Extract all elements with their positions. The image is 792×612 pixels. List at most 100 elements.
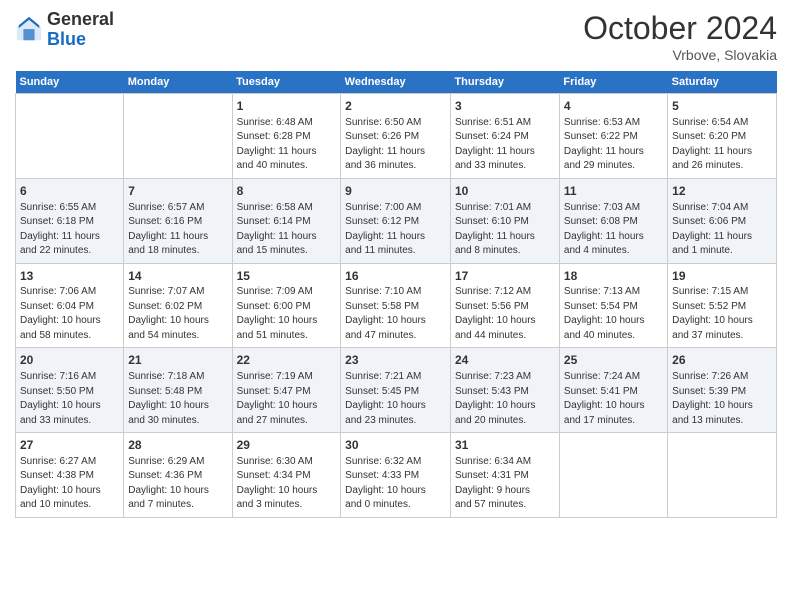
calendar-cell: 24Sunrise: 7:23 AM Sunset: 5:43 PM Dayli… — [450, 348, 559, 433]
calendar-cell: 3Sunrise: 6:51 AM Sunset: 6:24 PM Daylig… — [450, 94, 559, 179]
day-number: 24 — [455, 352, 555, 369]
title-block: October 2024 Vrbove, Slovakia — [583, 10, 777, 63]
calendar-cell: 6Sunrise: 6:55 AM Sunset: 6:18 PM Daylig… — [16, 178, 124, 263]
day-content: Sunrise: 6:58 AM Sunset: 6:14 PM Dayligh… — [237, 201, 337, 259]
day-number: 26 — [672, 352, 772, 369]
day-number: 23 — [345, 352, 446, 369]
calendar-cell: 27Sunrise: 6:27 AM Sunset: 4:38 PM Dayli… — [16, 433, 124, 518]
calendar-week-row: 1Sunrise: 6:48 AM Sunset: 6:28 PM Daylig… — [16, 94, 777, 179]
calendar-cell: 16Sunrise: 7:10 AM Sunset: 5:58 PM Dayli… — [341, 263, 451, 348]
day-number: 2 — [345, 98, 446, 115]
day-content: Sunrise: 6:55 AM Sunset: 6:18 PM Dayligh… — [20, 201, 119, 259]
calendar-cell — [16, 94, 124, 179]
calendar-cell: 21Sunrise: 7:18 AM Sunset: 5:48 PM Dayli… — [124, 348, 232, 433]
calendar-cell: 7Sunrise: 6:57 AM Sunset: 6:16 PM Daylig… — [124, 178, 232, 263]
weekday-header-saturday: Saturday — [668, 71, 777, 94]
day-number: 18 — [564, 268, 663, 285]
calendar-cell: 14Sunrise: 7:07 AM Sunset: 6:02 PM Dayli… — [124, 263, 232, 348]
calendar-cell: 9Sunrise: 7:00 AM Sunset: 6:12 PM Daylig… — [341, 178, 451, 263]
calendar-cell: 4Sunrise: 6:53 AM Sunset: 6:22 PM Daylig… — [559, 94, 667, 179]
calendar-cell: 23Sunrise: 7:21 AM Sunset: 5:45 PM Dayli… — [341, 348, 451, 433]
calendar-cell: 2Sunrise: 6:50 AM Sunset: 6:26 PM Daylig… — [341, 94, 451, 179]
day-content: Sunrise: 7:06 AM Sunset: 6:04 PM Dayligh… — [20, 285, 119, 343]
calendar-cell: 31Sunrise: 6:34 AM Sunset: 4:31 PM Dayli… — [450, 433, 559, 518]
day-content: Sunrise: 7:13 AM Sunset: 5:54 PM Dayligh… — [564, 285, 663, 343]
day-content: Sunrise: 6:57 AM Sunset: 6:16 PM Dayligh… — [128, 201, 227, 259]
calendar-cell: 8Sunrise: 6:58 AM Sunset: 6:14 PM Daylig… — [232, 178, 341, 263]
calendar-cell: 26Sunrise: 7:26 AM Sunset: 5:39 PM Dayli… — [668, 348, 777, 433]
day-number: 4 — [564, 98, 663, 115]
day-content: Sunrise: 6:27 AM Sunset: 4:38 PM Dayligh… — [20, 455, 119, 513]
calendar-cell: 17Sunrise: 7:12 AM Sunset: 5:56 PM Dayli… — [450, 263, 559, 348]
day-content: Sunrise: 7:16 AM Sunset: 5:50 PM Dayligh… — [20, 370, 119, 428]
calendar-cell: 1Sunrise: 6:48 AM Sunset: 6:28 PM Daylig… — [232, 94, 341, 179]
calendar-cell — [559, 433, 667, 518]
calendar-cell: 5Sunrise: 6:54 AM Sunset: 6:20 PM Daylig… — [668, 94, 777, 179]
calendar-cell — [668, 433, 777, 518]
calendar-week-row: 27Sunrise: 6:27 AM Sunset: 4:38 PM Dayli… — [16, 433, 777, 518]
page-container: General Blue October 2024 Vrbove, Slovak… — [0, 0, 792, 528]
logo: General Blue — [15, 10, 114, 50]
weekday-header-friday: Friday — [559, 71, 667, 94]
day-content: Sunrise: 7:03 AM Sunset: 6:08 PM Dayligh… — [564, 201, 663, 259]
day-number: 8 — [237, 183, 337, 200]
day-number: 29 — [237, 437, 337, 454]
day-number: 9 — [345, 183, 446, 200]
weekday-header-tuesday: Tuesday — [232, 71, 341, 94]
day-number: 3 — [455, 98, 555, 115]
header: General Blue October 2024 Vrbove, Slovak… — [15, 10, 777, 63]
day-number: 12 — [672, 183, 772, 200]
day-content: Sunrise: 7:04 AM Sunset: 6:06 PM Dayligh… — [672, 201, 772, 259]
logo-text: General Blue — [47, 10, 114, 50]
day-number: 22 — [237, 352, 337, 369]
calendar-cell: 25Sunrise: 7:24 AM Sunset: 5:41 PM Dayli… — [559, 348, 667, 433]
calendar-cell: 22Sunrise: 7:19 AM Sunset: 5:47 PM Dayli… — [232, 348, 341, 433]
day-number: 17 — [455, 268, 555, 285]
day-content: Sunrise: 6:48 AM Sunset: 6:28 PM Dayligh… — [237, 116, 337, 174]
day-content: Sunrise: 6:32 AM Sunset: 4:33 PM Dayligh… — [345, 455, 446, 513]
day-content: Sunrise: 7:24 AM Sunset: 5:41 PM Dayligh… — [564, 370, 663, 428]
day-content: Sunrise: 7:01 AM Sunset: 6:10 PM Dayligh… — [455, 201, 555, 259]
day-number: 7 — [128, 183, 227, 200]
day-content: Sunrise: 7:19 AM Sunset: 5:47 PM Dayligh… — [237, 370, 337, 428]
calendar-week-row: 13Sunrise: 7:06 AM Sunset: 6:04 PM Dayli… — [16, 263, 777, 348]
day-content: Sunrise: 6:34 AM Sunset: 4:31 PM Dayligh… — [455, 455, 555, 513]
location: Vrbove, Slovakia — [583, 47, 777, 63]
day-content: Sunrise: 6:53 AM Sunset: 6:22 PM Dayligh… — [564, 116, 663, 174]
day-number: 31 — [455, 437, 555, 454]
day-number: 21 — [128, 352, 227, 369]
calendar-cell — [124, 94, 232, 179]
calendar-cell: 12Sunrise: 7:04 AM Sunset: 6:06 PM Dayli… — [668, 178, 777, 263]
day-number: 27 — [20, 437, 119, 454]
day-number: 6 — [20, 183, 119, 200]
day-content: Sunrise: 7:10 AM Sunset: 5:58 PM Dayligh… — [345, 285, 446, 343]
day-number: 16 — [345, 268, 446, 285]
month-title: October 2024 — [583, 10, 777, 47]
calendar-cell: 13Sunrise: 7:06 AM Sunset: 6:04 PM Dayli… — [16, 263, 124, 348]
day-content: Sunrise: 7:09 AM Sunset: 6:00 PM Dayligh… — [237, 285, 337, 343]
logo-general: General — [47, 9, 114, 29]
day-number: 20 — [20, 352, 119, 369]
day-content: Sunrise: 6:51 AM Sunset: 6:24 PM Dayligh… — [455, 116, 555, 174]
day-number: 28 — [128, 437, 227, 454]
weekday-header-row: SundayMondayTuesdayWednesdayThursdayFrid… — [16, 71, 777, 94]
calendar-week-row: 20Sunrise: 7:16 AM Sunset: 5:50 PM Dayli… — [16, 348, 777, 433]
calendar-table: SundayMondayTuesdayWednesdayThursdayFrid… — [15, 71, 777, 518]
day-content: Sunrise: 7:26 AM Sunset: 5:39 PM Dayligh… — [672, 370, 772, 428]
calendar-cell: 15Sunrise: 7:09 AM Sunset: 6:00 PM Dayli… — [232, 263, 341, 348]
day-content: Sunrise: 7:21 AM Sunset: 5:45 PM Dayligh… — [345, 370, 446, 428]
logo-icon — [15, 16, 43, 44]
day-number: 30 — [345, 437, 446, 454]
weekday-header-wednesday: Wednesday — [341, 71, 451, 94]
calendar-cell: 29Sunrise: 6:30 AM Sunset: 4:34 PM Dayli… — [232, 433, 341, 518]
day-number: 1 — [237, 98, 337, 115]
weekday-header-sunday: Sunday — [16, 71, 124, 94]
calendar-cell: 10Sunrise: 7:01 AM Sunset: 6:10 PM Dayli… — [450, 178, 559, 263]
day-number: 15 — [237, 268, 337, 285]
day-content: Sunrise: 6:54 AM Sunset: 6:20 PM Dayligh… — [672, 116, 772, 174]
day-content: Sunrise: 7:00 AM Sunset: 6:12 PM Dayligh… — [345, 201, 446, 259]
day-content: Sunrise: 7:18 AM Sunset: 5:48 PM Dayligh… — [128, 370, 227, 428]
calendar-cell: 30Sunrise: 6:32 AM Sunset: 4:33 PM Dayli… — [341, 433, 451, 518]
day-number: 25 — [564, 352, 663, 369]
day-number: 19 — [672, 268, 772, 285]
